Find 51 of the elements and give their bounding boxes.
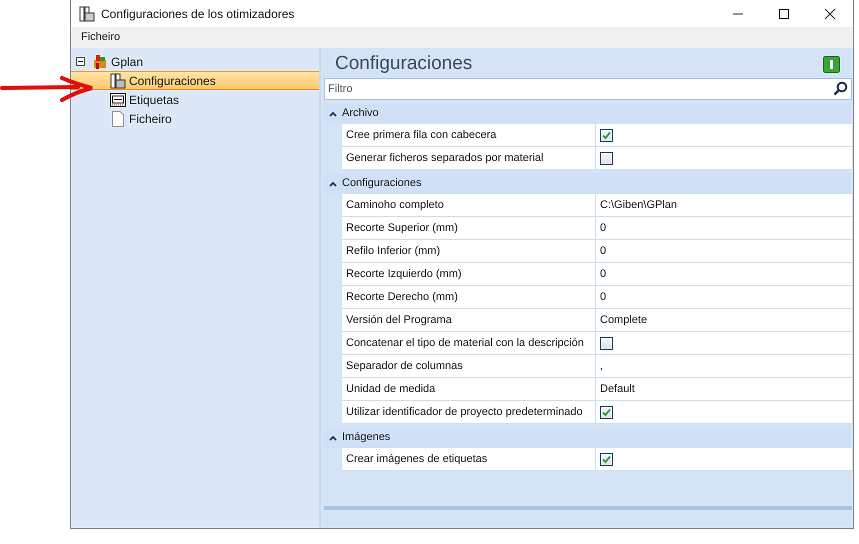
checkbox[interactable] xyxy=(600,128,613,142)
property-value[interactable]: C:\Giben\GPlan xyxy=(600,196,678,214)
property-value[interactable]: 0 xyxy=(600,242,606,260)
property-name: Generar ficheros separados por material xyxy=(342,147,596,169)
maximize-icon xyxy=(778,8,790,20)
property-name: Versión del Programa xyxy=(342,309,596,331)
tree-item[interactable]: Configuraciones xyxy=(71,71,319,90)
property-value[interactable]: , xyxy=(600,358,604,374)
property-value[interactable]: Default xyxy=(600,380,635,398)
section-title: Imágenes xyxy=(342,430,390,446)
collapse-caret-icon[interactable] xyxy=(329,434,337,440)
close-icon xyxy=(824,8,836,20)
tree-item[interactable]: Etiquetas xyxy=(71,90,319,109)
checkbox[interactable] xyxy=(600,152,613,164)
minus-icon xyxy=(77,58,84,65)
tree-item[interactable]: Ficheiro xyxy=(71,109,319,128)
property-name: Crear imágenes de etiquetas xyxy=(342,448,596,470)
label-icon xyxy=(110,92,126,108)
property-name: Refilo Inferior (mm) xyxy=(342,240,596,262)
panel-title: Configuraciones xyxy=(335,52,472,76)
tree-item[interactable]: Gplan xyxy=(71,52,319,71)
app-icon xyxy=(92,54,108,70)
property-value[interactable]: 0 xyxy=(600,288,606,306)
collapse-caret-icon[interactable] xyxy=(329,180,337,186)
property-value[interactable]: Complete xyxy=(600,312,648,328)
property-name: Utilizar identificador de proyecto predeterminado xyxy=(342,401,596,423)
property-name: Recorte Superior (mm) xyxy=(342,217,596,239)
checkbox[interactable] xyxy=(600,452,613,466)
section-title: Archivo xyxy=(342,106,379,122)
filter-field[interactable]: Filtro xyxy=(324,78,852,100)
property-name: Separador de columnas xyxy=(342,355,596,377)
property-name: Recorte Izquierdo (mm) xyxy=(342,263,596,285)
property-name: Recorte Derecho (mm) xyxy=(342,286,596,308)
property-name: Cree primera fila con cabecera xyxy=(342,124,596,146)
settings-icon xyxy=(110,72,126,88)
collapse-caret-icon[interactable] xyxy=(329,110,337,116)
file-icon xyxy=(110,110,126,126)
property-value[interactable]: 0 xyxy=(600,266,606,282)
info-icon[interactable] xyxy=(823,56,840,72)
checkbox[interactable] xyxy=(600,406,613,418)
checkbox[interactable] xyxy=(600,336,613,350)
property-value[interactable]: 0 xyxy=(600,220,606,236)
search-icon[interactable] xyxy=(833,81,848,96)
property-name: Concatenar el tipo de material con la descripción xyxy=(342,332,596,354)
collapse-toggle[interactable] xyxy=(76,57,85,66)
section-title: Configuraciones xyxy=(342,176,422,192)
window-title: Configuraciones de los otimizadores xyxy=(101,6,294,22)
property-name: Unidad de medida xyxy=(342,378,596,400)
app-icon xyxy=(79,6,95,22)
menu-item[interactable]: Ficheiro xyxy=(79,29,122,46)
property-name: Caminoho completo xyxy=(342,194,596,216)
